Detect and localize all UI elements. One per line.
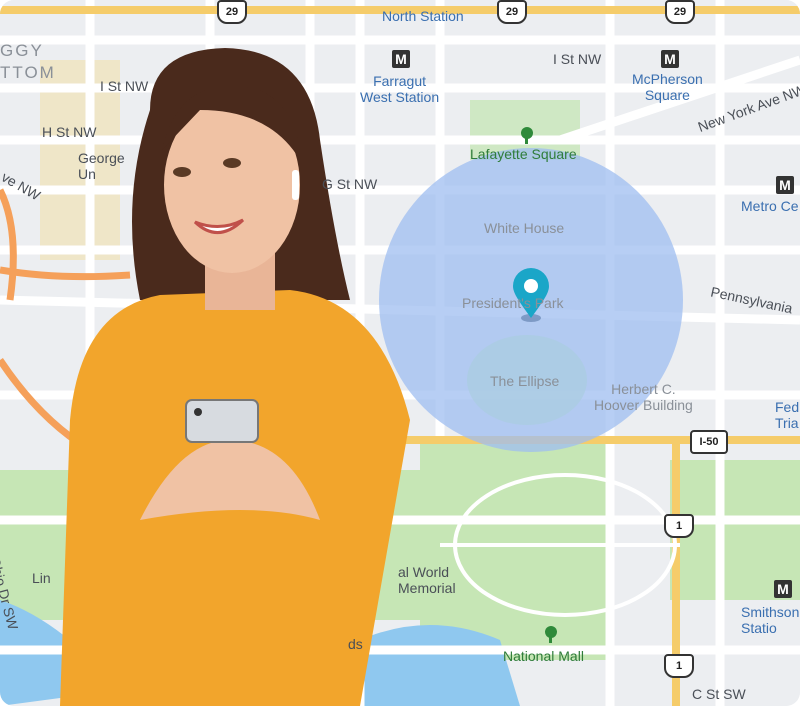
label-foggy-bottom: GGY TTOM — [0, 41, 56, 82]
label-ellipse: The Ellipse — [490, 373, 560, 389]
metro-icon: M — [661, 50, 679, 68]
label-lafayette: Lafayette Square — [470, 146, 577, 162]
label-c-st: C St SW — [692, 686, 746, 702]
map-base — [0, 0, 800, 706]
route-shield-i50: I-50 — [690, 430, 728, 454]
label-george: George Un — [78, 150, 125, 182]
label-mcpherson: McPherson Square — [632, 71, 703, 103]
label-ww-memorial: al World Memorial — [398, 564, 456, 596]
label-g-st: G St NW — [322, 176, 378, 192]
label-federal-triangle: Fed Tria — [775, 399, 800, 431]
label-i-st-right: I St NW — [553, 51, 602, 67]
label-hoover: Herbert C. Hoover Building — [594, 381, 693, 413]
label-fields: ds — [348, 636, 363, 652]
label-lincoln: Lin — [32, 570, 51, 586]
label-white-house: White House — [484, 220, 565, 236]
route-shield-29: 29 — [217, 0, 247, 24]
label-farragut-north: North Station — [382, 8, 464, 24]
label-h-st: H St NW — [42, 124, 97, 140]
route-shield-1: 1 — [664, 514, 694, 538]
label-smithsonian: Smithson Statio — [741, 604, 800, 636]
label-metro-center: Metro Ce — [741, 198, 799, 214]
metro-icon: M — [776, 176, 794, 194]
label-presidents-park: President's Park — [462, 295, 564, 311]
map-hero-image: GGY TTOM North Station Farragut West Sta… — [0, 0, 800, 706]
metro-icon: M — [392, 50, 410, 68]
route-shield-29: 29 — [497, 0, 527, 24]
label-national-mall: National Mall — [503, 648, 584, 664]
label-i-st-left: I St NW — [100, 78, 149, 94]
label-farragut-west: Farragut West Station — [360, 73, 440, 105]
metro-icon: M — [774, 580, 792, 598]
route-shield-1: 1 — [664, 654, 694, 678]
route-shield-29: 29 — [665, 0, 695, 24]
